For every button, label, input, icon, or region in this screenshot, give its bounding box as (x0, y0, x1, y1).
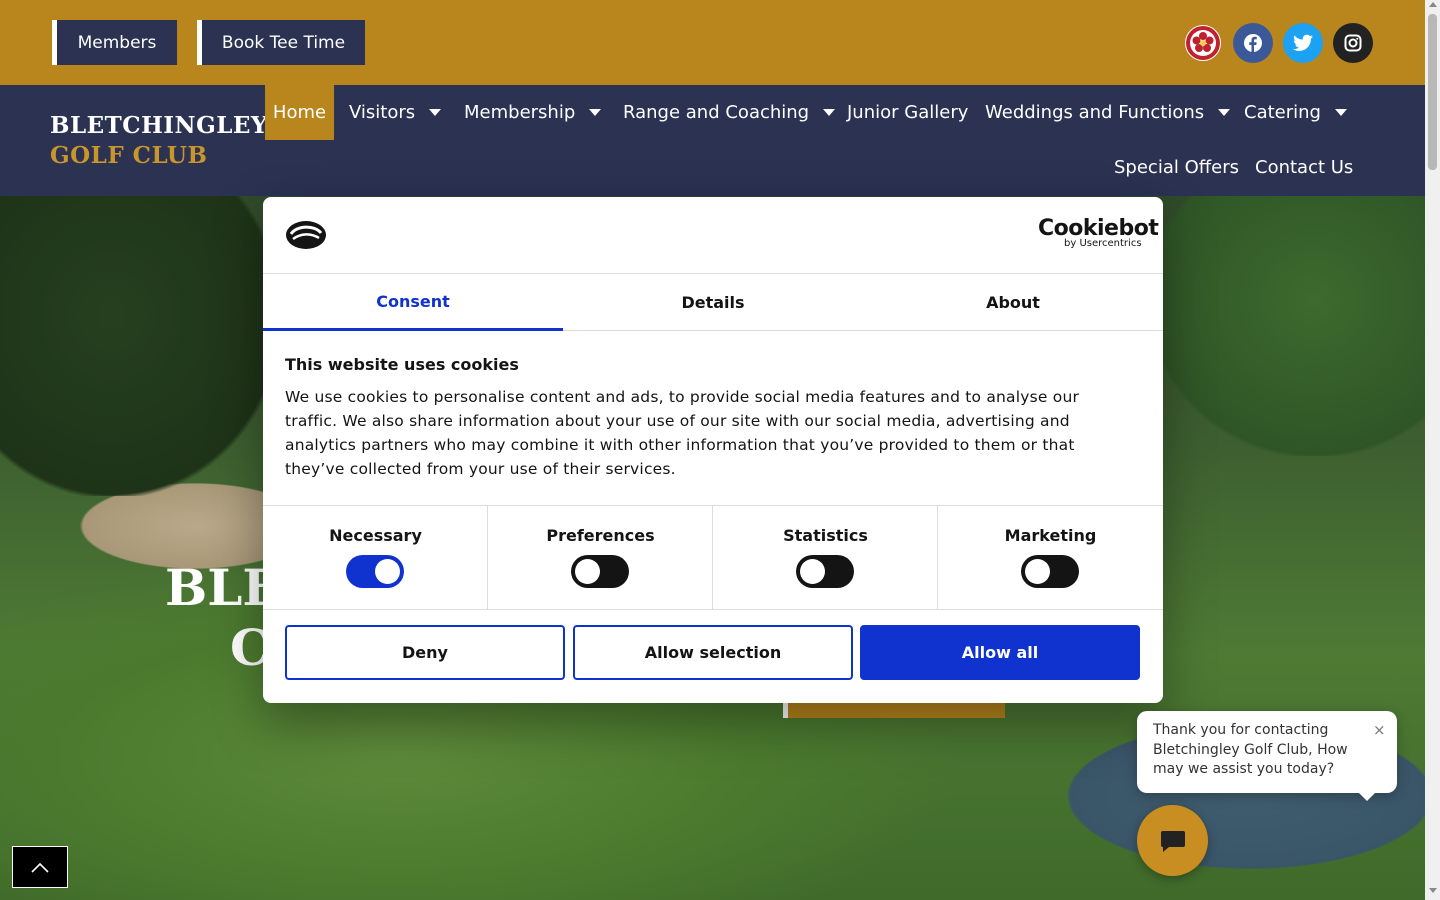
cookiebot-brand-sub: by Usercentrics (1064, 238, 1142, 249)
rose-badge-icon[interactable] (1183, 23, 1223, 63)
caret-down-icon (823, 109, 836, 116)
consent-toggles: Necessary Preferences Statistics Marketi… (263, 505, 1163, 610)
toggle-marketing-switch[interactable] (1021, 555, 1079, 588)
nav-junior-label: Junior Gallery (847, 102, 969, 123)
cookie-consent-dialog: Cookiebot by Usercentrics Consent Detail… (263, 197, 1163, 703)
scrollbar-thumb[interactable] (1428, 14, 1437, 170)
chat-bubble-tail (1357, 791, 1377, 801)
cookie-logo-icon (286, 221, 326, 249)
toggle-marketing-cell: Marketing (938, 506, 1163, 610)
dialog-header: Cookiebot by Usercentrics (263, 197, 1163, 274)
nav-membership-label: Membership (464, 102, 576, 123)
dialog-tabs: Consent Details About (263, 274, 1163, 331)
chat-launcher-button[interactable] (1137, 805, 1208, 876)
allow-selection-button[interactable]: Allow selection (573, 625, 853, 680)
nav-weddings-label: Weddings and Functions (985, 102, 1205, 123)
toggle-preferences-cell: Preferences (488, 506, 713, 610)
nav-weddings[interactable]: Weddings and Functions (985, 85, 1231, 140)
nav-contact-us[interactable]: Contact Us (1255, 140, 1353, 195)
switch-knob (375, 559, 400, 584)
toggle-necessary-switch[interactable] (346, 555, 404, 588)
nav-home-label: Home (272, 102, 327, 123)
nav-visitors[interactable]: Visitors (349, 85, 442, 140)
toggle-necessary-cell: Necessary (263, 506, 488, 610)
instagram-icon[interactable] (1333, 23, 1373, 63)
nav-contact-label: Contact Us (1255, 157, 1354, 178)
toggle-necessary-label: Necessary (329, 526, 422, 545)
switch-knob (800, 559, 825, 584)
nav-catering-label: Catering (1244, 102, 1321, 123)
cookie-body-text: We use cookies to personalise content an… (285, 388, 1080, 478)
deny-button[interactable]: Deny (285, 625, 565, 680)
facebook-icon[interactable] (1233, 23, 1273, 63)
toggle-marketing-label: Marketing (1004, 526, 1097, 545)
nav-range-coaching[interactable]: Range and Coaching (623, 85, 836, 140)
scroll-down-arrow-icon[interactable] (1429, 888, 1437, 893)
back-to-top-button[interactable] (12, 846, 68, 888)
nav-special-label: Special Offers (1114, 157, 1239, 178)
nav-range-label: Range and Coaching (623, 102, 810, 123)
toggle-statistics-switch[interactable] (796, 555, 854, 588)
toggle-preferences-switch[interactable] (571, 555, 629, 588)
nav-home[interactable]: Home (265, 85, 334, 140)
chat-message-bubble: Thank you for contacting Bletchingley Go… (1137, 711, 1397, 793)
book-tee-time-button[interactable]: Book Tee Time (197, 20, 365, 65)
nav-catering[interactable]: Catering (1244, 85, 1347, 140)
tab-details[interactable]: Details (563, 274, 863, 331)
tab-about[interactable]: About (863, 274, 1163, 331)
cookie-title: This website uses cookies (285, 355, 519, 374)
toggle-statistics-cell: Statistics (713, 506, 938, 610)
hero-trees-left (0, 196, 280, 496)
nav-membership[interactable]: Membership (464, 85, 602, 140)
hero-trees-right (1150, 196, 1425, 456)
nav-junior-gallery[interactable]: Junior Gallery (847, 85, 968, 140)
twitter-icon[interactable] (1283, 23, 1323, 63)
caret-down-icon (1218, 109, 1231, 116)
caret-down-icon (1334, 109, 1347, 116)
chat-message-text: Thank you for contacting Bletchingley Go… (1153, 722, 1348, 777)
toggle-statistics-label: Statistics (783, 526, 868, 545)
nav-visitors-label: Visitors (349, 102, 416, 123)
caret-down-icon (589, 109, 602, 116)
switch-knob (575, 559, 600, 584)
chevron-up-icon (31, 862, 49, 873)
tab-consent[interactable]: Consent (263, 274, 563, 331)
nav-special-offers[interactable]: Special Offers (1114, 140, 1239, 195)
logo-line1[interactable]: BLETCHINGLEY (50, 112, 268, 139)
switch-knob (1025, 559, 1050, 584)
caret-down-icon (429, 109, 442, 116)
chat-close-icon[interactable]: × (1373, 721, 1386, 739)
toggle-preferences-label: Preferences (546, 526, 655, 545)
scroll-up-arrow-icon[interactable] (1429, 2, 1437, 7)
members-button[interactable]: Members (52, 20, 177, 65)
logo-line2[interactable]: GOLF CLUB (50, 142, 207, 169)
allow-all-button[interactable]: Allow all (860, 625, 1140, 680)
chat-icon (1160, 830, 1185, 852)
